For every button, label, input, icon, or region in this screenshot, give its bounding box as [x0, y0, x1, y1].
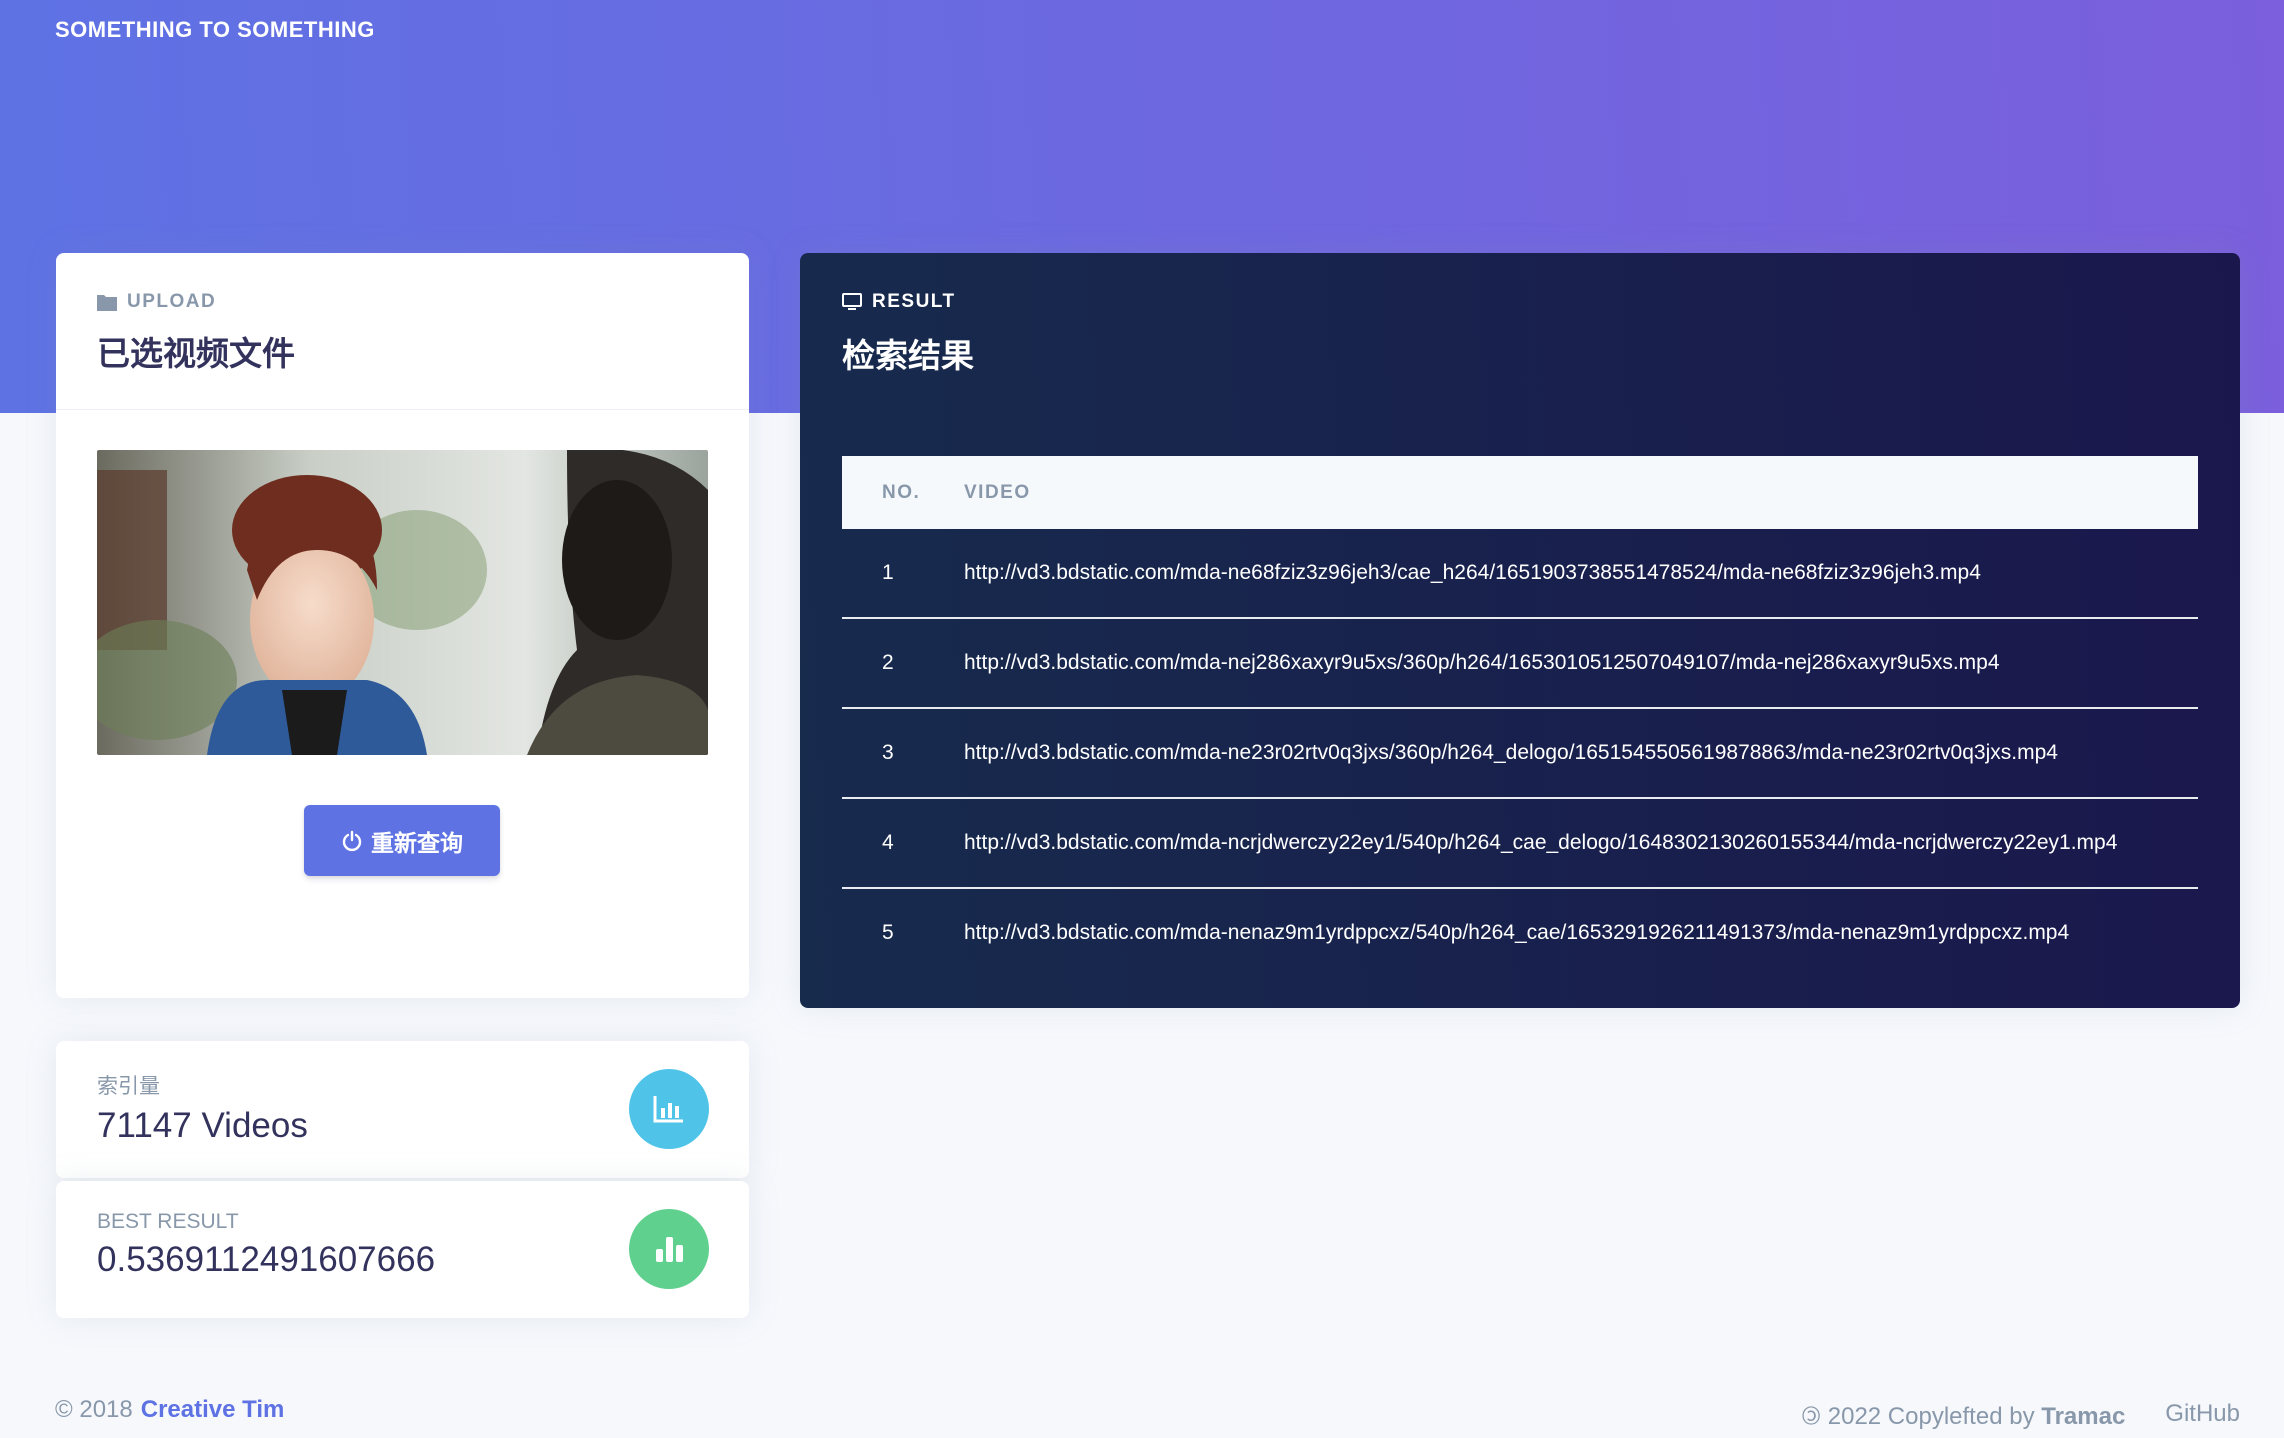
table-row: 1 http://vd3.bdstatic.com/mda-ne68fziz3z…: [842, 529, 2198, 619]
row-number: 2: [882, 651, 894, 674]
folder-icon: [97, 295, 117, 311]
column-header-video: VIDEO: [964, 481, 1031, 503]
monitor-icon: [842, 293, 862, 310]
upload-card: UPLOAD 已选视频文件 重新查询: [56, 253, 749, 998]
requery-button[interactable]: 重新查询: [304, 805, 500, 876]
column-header-no: NO.: [882, 481, 921, 503]
table-row: 4 http://vd3.bdstatic.com/mda-ncrjdwercz…: [842, 799, 2198, 889]
footer-copyright: © 2018 Creative Tim: [55, 1396, 284, 1424]
requery-label: 重新查询: [371, 829, 463, 856]
video-url-link[interactable]: http://vd3.bdstatic.com/mda-nenaz9m1yrdp…: [964, 921, 2198, 945]
row-number: 4: [882, 831, 894, 854]
video-thumbnail: [97, 450, 708, 755]
row-number: 1: [882, 561, 894, 584]
table-row: 3 http://vd3.bdstatic.com/mda-ne23r02rtv…: [842, 709, 2198, 799]
copyleft-notice: 🄯 2022 Copylefted by Tramac: [1801, 1396, 2125, 1431]
copyleft-text: 2022 Copylefted by: [1827, 1403, 2035, 1430]
upload-title: 已选视频文件: [97, 335, 295, 372]
chart-bar-icon: [629, 1069, 709, 1149]
video-url-link[interactable]: http://vd3.bdstatic.com/mda-ne23r02rtv0q…: [964, 741, 2198, 765]
result-eyebrow: RESULT: [842, 291, 2240, 313]
footer-links: 🄯 2022 Copylefted by Tramac GitHub: [1801, 1396, 2240, 1431]
result-card: RESULT 检索结果 NO. VIDEO 1 http://vd3.bdsta…: [800, 253, 2240, 1008]
upload-eyebrow-label: UPLOAD: [127, 291, 217, 312]
copyleft-icon: 🄯: [1801, 1403, 1822, 1430]
row-number: 3: [882, 741, 894, 764]
result-eyebrow-label: RESULT: [872, 291, 956, 312]
power-icon: [342, 830, 362, 851]
stat-card-best-result: BEST RESULT 0.5369112491607666: [56, 1181, 749, 1318]
brand-title[interactable]: SOMETHING TO SOMETHING: [55, 17, 375, 43]
result-card-header: RESULT 检索结果: [800, 253, 2240, 410]
video-url-link[interactable]: http://vd3.bdstatic.com/mda-nej286xaxyr9…: [964, 651, 2198, 675]
row-number: 5: [882, 921, 894, 944]
upload-card-header: UPLOAD 已选视频文件: [56, 253, 749, 410]
stat-card-index: 索引量 71147 Videos: [56, 1041, 749, 1178]
copyright-text: © 2018: [55, 1396, 133, 1423]
creative-tim-link[interactable]: Creative Tim: [141, 1396, 285, 1423]
bar-chart-icon: [629, 1209, 709, 1289]
results-table: NO. VIDEO 1 http://vd3.bdstatic.com/mda-…: [842, 456, 2198, 977]
github-link[interactable]: GitHub: [2165, 1400, 2240, 1428]
table-row: 2 http://vd3.bdstatic.com/mda-nej286xaxy…: [842, 619, 2198, 709]
video-url-link[interactable]: http://vd3.bdstatic.com/mda-ncrjdwerczy2…: [964, 831, 2198, 855]
author-link[interactable]: Tramac: [2041, 1403, 2125, 1430]
table-row: 5 http://vd3.bdstatic.com/mda-nenaz9m1yr…: [842, 889, 2198, 977]
upload-eyebrow: UPLOAD: [97, 291, 749, 313]
result-title: 检索结果: [842, 337, 974, 374]
video-url-link[interactable]: http://vd3.bdstatic.com/mda-ne68fziz3z96…: [964, 561, 2198, 585]
table-header: NO. VIDEO: [842, 456, 2198, 529]
